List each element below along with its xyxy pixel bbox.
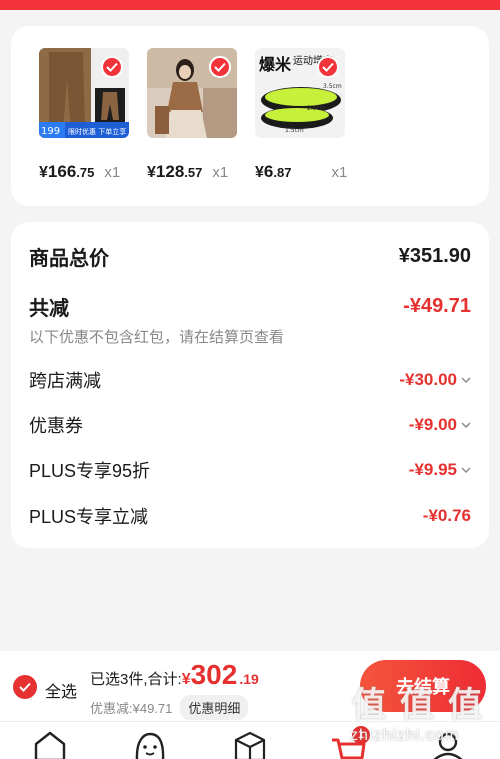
product-check-icon[interactable] <box>101 56 123 78</box>
user-icon[interactable] <box>430 730 466 759</box>
product-thumbnail-pants[interactable]: 199 限时优惠 下单立享 <box>39 48 129 138</box>
promo-price-tag: 199 <box>41 126 60 137</box>
product-price: ¥ 166 .75 x1 <box>39 162 121 181</box>
chevron-down-icon[interactable] <box>461 377 471 383</box>
product-item-outfit[interactable]: ¥ 128 .57 x1 <box>147 48 239 181</box>
promo-text: 限时优惠 下单立享 <box>68 127 126 136</box>
chevron-down-icon[interactable] <box>461 422 471 428</box>
face-icon[interactable] <box>132 730 168 759</box>
order-total-value: 302 <box>190 659 238 690</box>
selected-count-label: 已选3件,合计: <box>90 671 182 688</box>
product-check-icon[interactable] <box>317 56 339 78</box>
product-qty: x1 <box>212 164 229 181</box>
select-all-label[interactable]: 全选 <box>45 678 77 702</box>
total-reduction-value: -¥49.71 <box>403 295 471 317</box>
total-price-label: 商品总价 <box>29 248 109 270</box>
bottom-tab-bar <box>0 721 500 759</box>
discount-summary: 优惠减:¥49.71 <box>90 701 173 716</box>
size-label: 1.5cm <box>285 127 304 134</box>
order-total: 已选3件,合计: ¥ 302 .19 <box>90 659 259 690</box>
reduction-note: 以下优惠不包含红包，请在结算页查看 <box>29 329 285 346</box>
select-all-check-icon[interactable] <box>13 675 37 699</box>
product-price: ¥ 128 .57 x1 <box>147 162 229 181</box>
size-label: 2.5cm <box>307 105 326 112</box>
chevron-down-icon[interactable] <box>461 467 471 473</box>
discount-row-plus-95[interactable]: PLUS专享95折 -¥9.95 <box>29 457 471 483</box>
discount-row-cross-store[interactable]: 跨店满减 -¥30.00 <box>29 367 471 393</box>
product-thumbnail-outfit[interactable] <box>147 48 237 138</box>
promo-big-text: 爆米 <box>259 55 292 74</box>
selected-products-card: 199 限时优惠 下单立享 ¥ 166 .75 x1 ¥ 128 .57 x1 … <box>11 26 489 206</box>
discount-value: -¥30.00 <box>399 370 457 389</box>
product-qty: x1 <box>331 164 348 181</box>
discount-label: 跨店满减 <box>29 371 101 391</box>
discount-row-plus-instant: PLUS专享立减 -¥0.76 <box>29 503 471 529</box>
discount-row-coupon[interactable]: 优惠券 -¥9.00 <box>29 412 471 438</box>
discount-value: -¥0.76 <box>422 506 471 525</box>
product-item-insoles[interactable]: 爆米 运动增高 3.5cm 2.5cm 1.5cm ¥ 6 .87 x1 <box>255 48 347 181</box>
product-item-pants[interactable]: 199 限时优惠 下单立享 ¥ 166 .75 x1 <box>39 48 131 181</box>
box-icon[interactable] <box>232 730 268 759</box>
checkout-button[interactable]: 去结算 <box>360 660 486 712</box>
product-check-icon[interactable] <box>209 56 231 78</box>
discount-value: -¥9.95 <box>408 460 457 479</box>
cart-badge: 1 <box>352 726 370 744</box>
price-summary-card: 商品总价 ¥351.90 共减 -¥49.71 以下优惠不包含红包，请在结算页查… <box>11 222 489 548</box>
product-price: ¥ 6 .87 x1 <box>255 162 348 181</box>
discount-detail-button[interactable]: 优惠明细 <box>180 695 249 720</box>
total-reduction-row: 共减 -¥49.71 <box>29 292 471 321</box>
product-thumbnail-insoles[interactable]: 爆米 运动增高 3.5cm 2.5cm 1.5cm <box>255 48 345 138</box>
header-strip <box>0 0 500 10</box>
total-price-row: 商品总价 ¥351.90 <box>29 242 471 271</box>
total-reduction-label: 共减 <box>29 298 69 320</box>
size-label: 3.5cm <box>323 83 342 90</box>
discount-value: -¥9.00 <box>408 415 457 434</box>
home-icon[interactable] <box>32 730 68 759</box>
discount-label: 优惠券 <box>29 416 83 436</box>
product-qty: x1 <box>104 164 121 181</box>
total-price-value: ¥351.90 <box>398 245 471 267</box>
discount-label: PLUS专享95折 <box>29 461 151 481</box>
checkout-bar: 全选 已选3件,合计: ¥ 302 .19 优惠减:¥49.71 优惠明细 去结… <box>0 651 500 721</box>
discount-label: PLUS专享立减 <box>29 507 149 527</box>
